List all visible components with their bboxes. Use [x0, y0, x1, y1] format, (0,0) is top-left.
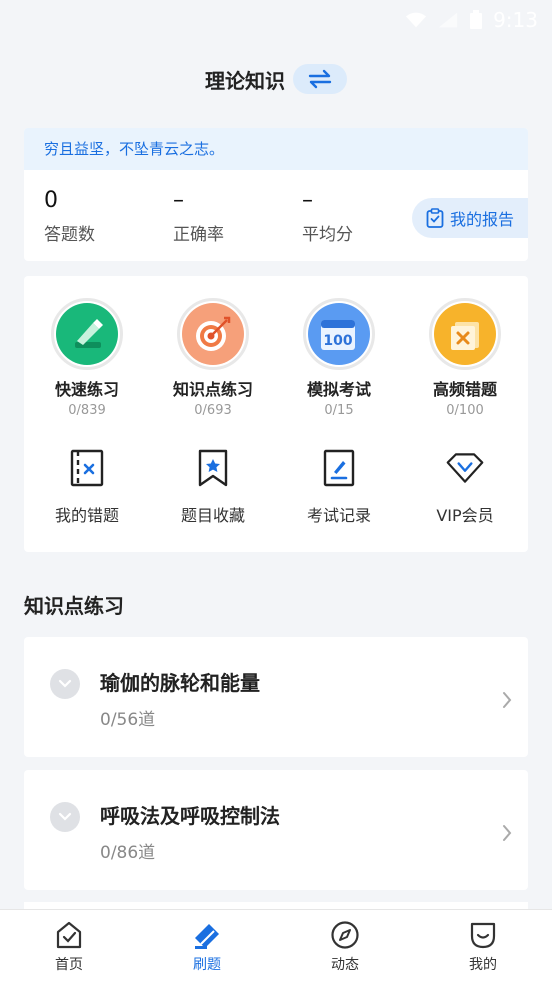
expand-icon[interactable]: [50, 669, 80, 699]
wifi-icon: [405, 12, 427, 28]
vip-label: VIP会员: [436, 506, 494, 525]
answered-value: 0: [44, 188, 58, 213]
nav-home-label: 首页: [55, 957, 83, 973]
frequent-mistakes-item[interactable]: 高频错题 0/100: [402, 298, 528, 418]
topic-card[interactable]: 呼吸法及呼吸控制法 0/86道: [24, 770, 528, 890]
vip-item[interactable]: VIP会员: [402, 446, 528, 526]
swap-icon: [308, 69, 332, 89]
status-bar: 9:13: [0, 0, 552, 40]
my-mistakes-item[interactable]: 我的错题: [24, 446, 150, 526]
mistake-book-icon: [67, 446, 107, 490]
nav-profile-label: 我的: [469, 957, 497, 973]
exam-badge-text: 100: [323, 333, 352, 349]
answered-label: 答题数: [44, 225, 95, 245]
exam-records-item[interactable]: 考试记录: [276, 446, 402, 526]
practice-tools: 我的错题 题目收藏 考试记录 VIP会员: [24, 446, 528, 526]
nav-feed-label: 动态: [331, 957, 359, 973]
mistake-card-icon: [429, 298, 501, 370]
topic-practice-label: 知识点练习: [172, 380, 253, 399]
pencil-icon: [195, 924, 219, 949]
topic-name: 瑜伽的脉轮和能量: [100, 671, 260, 695]
section-title: 知识点练习: [24, 594, 124, 618]
frequent-mistakes-count: 0/100: [446, 403, 484, 418]
accuracy-value: –: [173, 188, 184, 213]
stat-accuracy: – 正确率: [173, 186, 224, 245]
signal-icon: [438, 12, 458, 28]
quick-practice-icon: [51, 298, 123, 370]
nav-practice-label: 刷题: [193, 957, 221, 973]
bottom-nav: 首页 刷题 动态 我的: [0, 909, 552, 981]
mock-exam-item[interactable]: 100 模拟考试 0/15: [276, 298, 402, 418]
my-report-button[interactable]: 我的报告: [412, 198, 528, 238]
stats-card: 穷且益坚，不坠青云之志。 0 答题数 – 正确率 – 平均分 我的报告: [24, 128, 528, 261]
topic-practice-count: 0/693: [194, 403, 232, 418]
accuracy-label: 正确率: [173, 225, 224, 245]
target-icon: [177, 298, 249, 370]
topic-count: 0/56道: [100, 710, 156, 730]
clipboard-icon: [426, 208, 444, 228]
home-icon: [56, 921, 82, 949]
topic-card[interactable]: 瑜伽的脉轮和能量 0/56道: [24, 637, 528, 757]
record-icon: [319, 446, 359, 490]
nav-feed[interactable]: 动态: [276, 910, 414, 981]
switch-subject-button[interactable]: [293, 64, 347, 94]
favorites-label: 题目收藏: [180, 506, 245, 525]
my-report-label: 我的报告: [449, 210, 514, 229]
stats-row: 0 答题数 – 正确率 – 平均分 我的报告: [24, 170, 528, 261]
nav-home[interactable]: 首页: [0, 910, 138, 981]
stat-answered: 0 答题数: [44, 186, 95, 245]
header: 理论知识: [0, 64, 552, 94]
chevron-right-icon: [503, 692, 512, 708]
average-label: 平均分: [302, 225, 353, 245]
app-screen: 9:13 理论知识 穷且益坚，不坠青云之志。 0 答题数 – 正确率 – 平均分: [0, 0, 552, 981]
quick-practice-item[interactable]: 快速练习 0/839: [24, 298, 150, 418]
topic-name: 呼吸法及呼吸控制法: [100, 804, 280, 828]
practice-modes: 快速练习 0/839 知识点练习 0/693 100 模拟考试 0/15 高频错…: [24, 298, 528, 418]
nav-practice[interactable]: 刷题: [138, 910, 276, 981]
topic-practice-item[interactable]: 知识点练习 0/693: [150, 298, 276, 418]
my-mistakes-label: 我的错题: [54, 506, 119, 525]
practice-card: 快速练习 0/839 知识点练习 0/693 100 模拟考试 0/15 高频错…: [24, 276, 528, 552]
mock-exam-count: 0/15: [324, 403, 354, 418]
diamond-icon: [445, 446, 485, 490]
battery-icon: [470, 10, 483, 29]
stat-average: – 平均分: [302, 186, 353, 245]
nav-profile[interactable]: 我的: [414, 910, 552, 981]
average-value: –: [302, 188, 313, 213]
compass-icon: [331, 921, 359, 949]
motto-banner: 穷且益坚，不坠青云之志。: [24, 128, 528, 170]
profile-icon: [470, 922, 496, 949]
expand-icon[interactable]: [50, 802, 80, 832]
calendar-exam-icon: 100: [303, 298, 375, 370]
quick-practice-count: 0/839: [68, 403, 106, 418]
topic-count: 0/86道: [100, 843, 156, 863]
favorites-item[interactable]: 题目收藏: [150, 446, 276, 526]
bookmark-icon: [193, 446, 233, 490]
chevron-right-icon: [503, 825, 512, 841]
quick-practice-label: 快速练习: [54, 380, 119, 399]
mock-exam-label: 模拟考试: [306, 380, 371, 399]
exam-records-label: 考试记录: [306, 506, 371, 525]
frequent-mistakes-label: 高频错题: [432, 380, 497, 399]
page-title: 理论知识: [205, 68, 285, 93]
clock: 9:13: [493, 8, 538, 32]
